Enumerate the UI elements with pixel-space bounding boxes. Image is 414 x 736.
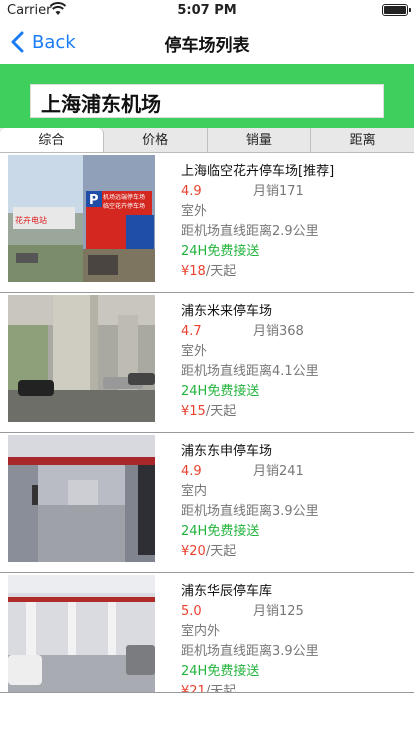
monthly-sales-label: 月销 (253, 324, 280, 339)
lot-name: 浦东东申停车场 (181, 444, 273, 459)
svg-text:P: P (89, 193, 99, 208)
lot-rating: 4.7 (181, 324, 202, 339)
price-unit: /天起 (205, 544, 237, 559)
monthly-sales-label: 月销 (253, 464, 280, 479)
svg-text:花卉电站: 花卉电站 (15, 215, 47, 225)
monthly-sales-count: 171 (279, 184, 304, 199)
lot-distance: 距机场直线距离3.9公里 (181, 644, 319, 659)
page-title: 停车场列表 (164, 36, 250, 56)
search-input[interactable]: 上海浦东机场 (30, 84, 384, 118)
status-bar: Carrier 5:07 PM (0, 0, 414, 20)
lot-photo (8, 295, 155, 422)
monthly-sales-count: 368 (279, 324, 304, 339)
list-item[interactable]: 浦东米来停车场 4.7 月销368 室外 距机场直线距离4.1公里 24H免费接送… (0, 293, 414, 433)
lot-photo (8, 435, 155, 562)
shuttle-badge: 24H免费接送 (181, 384, 260, 399)
lot-type: 室内 (181, 484, 208, 499)
tab-comprehensive[interactable]: 综合 (0, 128, 104, 152)
battery-icon (382, 4, 411, 16)
lot-type: 室外 (181, 204, 208, 219)
search-header: 上海浦东机场 (0, 64, 414, 128)
tab-sales[interactable]: 销量 (208, 128, 312, 152)
monthly-sales-label: 月销 (253, 184, 280, 199)
lot-rating: 4.9 (181, 464, 202, 479)
lot-name: 浦东华辰停车库 (181, 584, 273, 599)
lot-photo (8, 575, 155, 692)
lot-distance: 距机场直线距离4.1公里 (181, 364, 319, 379)
lot-rating: 4.9 (181, 184, 202, 199)
lot-distance: 距机场直线距离2.9公里 (181, 224, 319, 239)
tab-distance[interactable]: 距离 (311, 128, 414, 152)
lot-rating: 5.0 (181, 604, 202, 619)
list-item[interactable]: 浦东华辰停车库 5.0 月销125 室内外 距机场直线距离3.9公里 24H免费接… (0, 573, 414, 693)
lot-name: 浦东米来停车场 (181, 304, 273, 319)
parking-lot-list[interactable]: 花卉电站 P 机场远端停车场 临空花卉停车场 上海临空花卉停车场[推荐] 4.9… (0, 153, 414, 693)
price-unit: /天起 (205, 264, 237, 279)
shuttle-badge: 24H免费接送 (181, 524, 260, 539)
shuttle-badge: 24H免费接送 (181, 244, 260, 259)
lot-type: 室外 (181, 344, 208, 359)
lot-photo: 花卉电站 P 机场远端停车场 临空花卉停车场 (8, 155, 155, 282)
navigation-bar: Back 停车场列表 (0, 20, 414, 64)
lot-name: 上海临空花卉停车场[推荐] (181, 164, 335, 179)
list-item[interactable]: 花卉电站 P 机场远端停车场 临空花卉停车场 上海临空花卉停车场[推荐] 4.9… (0, 153, 414, 293)
clock: 5:07 PM (177, 3, 237, 18)
lot-distance: 距机场直线距离3.9公里 (181, 504, 319, 519)
tab-price[interactable]: 价格 (104, 128, 208, 152)
price-unit: /天起 (205, 404, 237, 419)
sort-tabs: 综合 价格 销量 距离 (0, 128, 414, 153)
monthly-sales-count: 125 (279, 604, 304, 619)
list-item[interactable]: 浦东东申停车场 4.9 月销241 室内 距机场直线距离3.9公里 24H免费接送… (0, 433, 414, 573)
monthly-sales-label: 月销 (253, 604, 280, 619)
price-unit: /天起 (205, 684, 237, 693)
lot-price: ¥18 (181, 264, 206, 279)
lot-price: ¥15 (181, 404, 206, 419)
monthly-sales-count: 241 (279, 464, 304, 479)
lot-price: ¥21 (181, 684, 206, 693)
shuttle-badge: 24H免费接送 (181, 664, 260, 679)
lot-price: ¥20 (181, 544, 206, 559)
lot-type: 室内外 (181, 624, 221, 639)
